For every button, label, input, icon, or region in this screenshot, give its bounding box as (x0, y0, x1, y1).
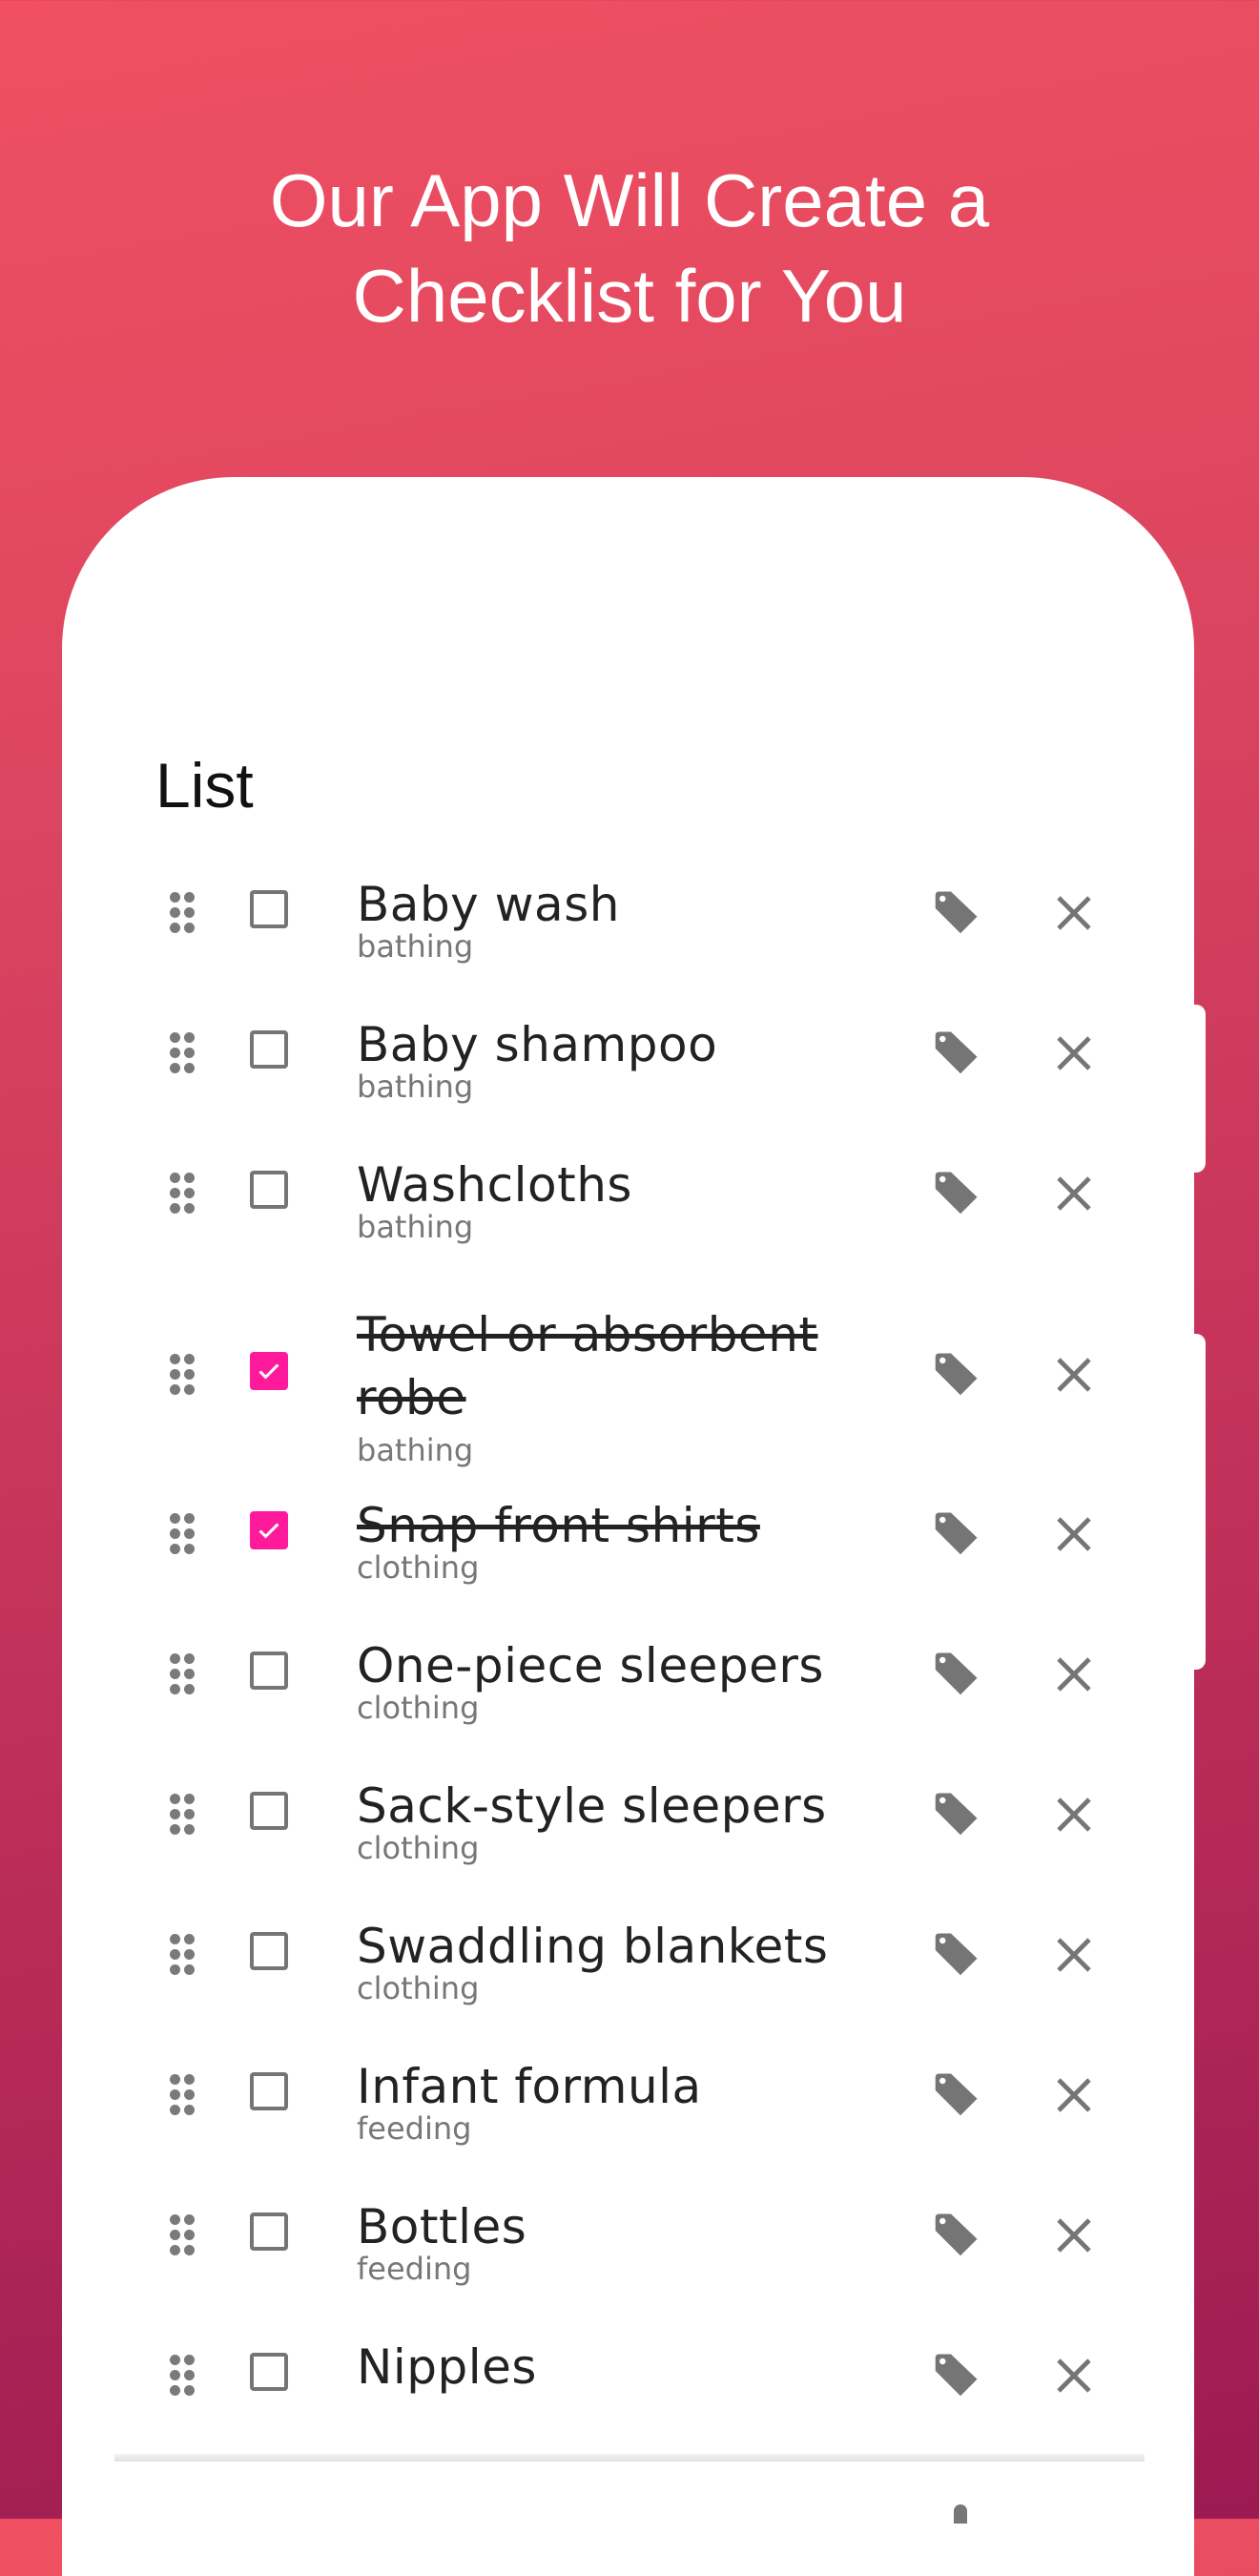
checkmark-icon (258, 1523, 279, 1539)
close-icon[interactable] (1051, 2072, 1097, 2118)
list-item[interactable]: Snap front shirts clothing (134, 1485, 1125, 1625)
drag-handle-icon[interactable] (170, 892, 195, 934)
close-icon[interactable] (1051, 1171, 1097, 1216)
drag-handle-icon[interactable] (170, 1934, 195, 1976)
promo-headline: Our App Will Create a Checklist for You (0, 153, 1259, 343)
close-icon[interactable] (1051, 1932, 1097, 1978)
phone-side-button-volume (1194, 1005, 1206, 1173)
item-category: clothing (357, 1690, 480, 1726)
item-title: Washcloths (357, 1157, 632, 1213)
headline-line-1: Our App Will Create a (269, 158, 990, 242)
item-checkbox[interactable] (250, 1652, 288, 1690)
item-category: bathing (357, 1432, 474, 1468)
list-item[interactable]: Nipples (134, 2326, 1125, 2466)
item-checkbox[interactable] (250, 1352, 288, 1390)
item-checkbox[interactable] (250, 1932, 288, 1970)
drag-handle-icon[interactable] (170, 1653, 195, 1695)
drag-handle-icon[interactable] (170, 1173, 195, 1215)
item-title: Towel or absorbent robe (357, 1307, 818, 1425)
drag-handle-icon[interactable] (170, 2214, 195, 2256)
item-checkbox[interactable] (250, 890, 288, 928)
item-checkbox[interactable] (250, 2072, 288, 2110)
tag-icon[interactable] (927, 2067, 984, 2124)
tag-icon[interactable] (927, 1786, 984, 1843)
item-category: bathing (357, 1209, 474, 1245)
tag-icon[interactable] (927, 1506, 984, 1563)
tag-icon[interactable] (927, 1646, 984, 1703)
item-title: Baby wash (357, 877, 620, 932)
nav-icon-partial (954, 2504, 967, 2524)
item-category: clothing (357, 1549, 480, 1586)
tag-icon[interactable] (927, 1165, 984, 1222)
item-category: feeding (357, 2251, 472, 2287)
close-icon[interactable] (1051, 2212, 1097, 2258)
close-icon[interactable] (1051, 1792, 1097, 1838)
item-category: feeding (357, 2110, 472, 2147)
list-item[interactable]: Washcloths bathing (134, 1144, 1125, 1284)
tag-icon[interactable] (927, 1346, 984, 1403)
item-checkbox[interactable] (250, 1171, 288, 1209)
tag-icon[interactable] (927, 1025, 984, 1082)
item-title: Bottles (357, 2199, 527, 2254)
item-checkbox[interactable] (250, 1030, 288, 1069)
item-category: bathing (357, 1069, 474, 1105)
list-item[interactable]: Bottles feeding (134, 2186, 1125, 2326)
checkmark-icon (258, 1363, 279, 1380)
item-checkbox[interactable] (250, 1792, 288, 1830)
tag-icon[interactable] (927, 2347, 984, 2404)
bottom-divider (114, 2454, 1145, 2462)
close-icon[interactable] (1051, 1352, 1097, 1398)
list-item[interactable]: Baby wash bathing (134, 863, 1125, 1004)
headline-line-2: Checklist for You (352, 254, 907, 338)
tag-icon[interactable] (927, 2207, 984, 2264)
item-title: Snap front shirts (357, 1498, 760, 1553)
drag-handle-icon[interactable] (170, 1032, 195, 1074)
item-category: clothing (357, 1970, 480, 2006)
phone-side-button-power (1194, 1334, 1206, 1670)
list-item[interactable]: One-piece sleepers clothing (134, 1625, 1125, 1765)
item-checkbox[interactable] (250, 2212, 288, 2251)
item-title: Nipples (357, 2339, 537, 2395)
close-icon[interactable] (1051, 2353, 1097, 2399)
item-title: Sack-style sleepers (357, 1778, 827, 1834)
close-icon[interactable] (1051, 1511, 1097, 1557)
checklist: Baby wash bathing Baby shampoo bathing W… (134, 863, 1125, 2466)
list-item[interactable]: Sack-style sleepers clothing (134, 1765, 1125, 1905)
item-title: One-piece sleepers (357, 1638, 824, 1693)
item-title: Baby shampoo (357, 1017, 718, 1072)
close-icon[interactable] (1051, 1652, 1097, 1697)
item-checkbox[interactable] (250, 2353, 288, 2391)
drag-handle-icon[interactable] (170, 2074, 195, 2116)
list-item[interactable]: Baby shampoo bathing (134, 1004, 1125, 1144)
item-title: Swaddling blankets (357, 1919, 829, 1974)
item-title: Infant formula (357, 2059, 702, 2114)
tag-icon[interactable] (927, 884, 984, 942)
list-item[interactable]: Swaddling blankets clothing (134, 1905, 1125, 2046)
drag-handle-icon[interactable] (170, 1513, 195, 1555)
drag-handle-icon[interactable] (170, 1354, 195, 1396)
tag-icon[interactable] (927, 1926, 984, 1984)
item-category: bathing (357, 928, 474, 965)
list-title: List (155, 750, 254, 821)
drag-handle-icon[interactable] (170, 2355, 195, 2397)
item-category: clothing (357, 1830, 480, 1866)
list-item[interactable]: Infant formula feeding (134, 2046, 1125, 2186)
list-item[interactable]: Towel or absorbent robe bathing (134, 1284, 1125, 1485)
close-icon[interactable] (1051, 1030, 1097, 1076)
item-checkbox[interactable] (250, 1511, 288, 1549)
close-icon[interactable] (1051, 890, 1097, 936)
drag-handle-icon[interactable] (170, 1794, 195, 1836)
